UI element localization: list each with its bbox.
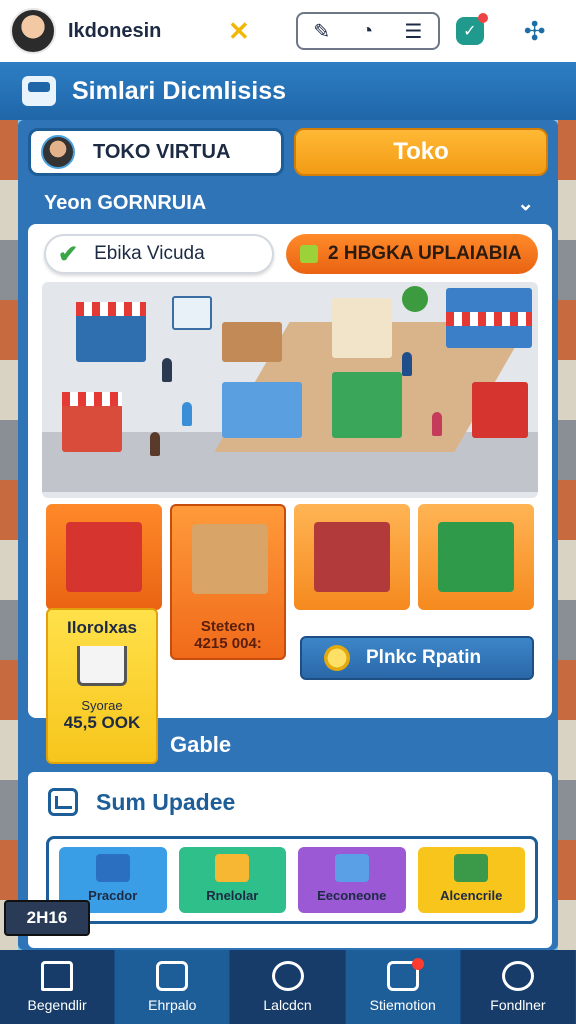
nav-label: Fondlner xyxy=(490,997,546,1013)
section-title: Yeon GORNRUIA xyxy=(44,191,207,214)
package-icon xyxy=(215,854,250,882)
action-button[interactable]: Plnkc Rpatin xyxy=(300,636,534,680)
food-cart-art xyxy=(66,522,142,592)
page-title: Simlari Dicmlisiss xyxy=(72,76,287,105)
shop-awning xyxy=(76,302,146,316)
chevron-down-icon[interactable]: ⌄ xyxy=(517,191,534,216)
user-icon xyxy=(501,961,534,991)
box-icon xyxy=(95,854,130,882)
stat-tile[interactable]: Rnelolar xyxy=(178,847,286,913)
produce-icon xyxy=(454,854,489,882)
red-shop xyxy=(472,382,528,438)
section-header[interactable]: Yeon GORNRUIA ⌄ xyxy=(44,188,534,218)
tool-group: ✎ ◔ ☰ xyxy=(295,12,440,50)
sale-card-title: Ilorolxas xyxy=(67,618,137,637)
market-scene[interactable] xyxy=(42,282,538,498)
stat-label: Pracdor xyxy=(88,888,138,903)
stat-label: Rnelolar xyxy=(206,888,259,903)
card-checkout[interactable] xyxy=(294,504,410,610)
list-icon[interactable]: ☰ xyxy=(404,19,422,44)
shopper xyxy=(182,402,192,426)
title-bar: Simlari Dicmlisiss xyxy=(0,62,576,120)
market-stall xyxy=(332,298,392,358)
shopper xyxy=(402,352,412,376)
green-store-art xyxy=(438,522,514,592)
town-background-left xyxy=(0,120,18,954)
main-panel: TOKO VIRTUA Toko Yeon GORNRUIA ⌄ ✔ Ebika… xyxy=(18,120,558,950)
action-button-label: Plnkc Rpatin xyxy=(366,647,482,668)
nav-label: Begendlir xyxy=(27,997,87,1013)
upload-badge-label: 2 HBGKA UPLAIABIA xyxy=(328,243,522,264)
close-icon[interactable]: ✕ xyxy=(228,16,250,47)
shopper xyxy=(432,412,442,436)
signboard xyxy=(172,296,212,330)
nav-label: Ehrpalo xyxy=(148,997,197,1013)
stat-tile[interactable]: Eeconeone xyxy=(298,847,406,913)
coin-icon xyxy=(324,645,350,671)
checkout-art xyxy=(314,522,390,592)
stat-label: Alcencrile xyxy=(440,888,503,903)
palm-tree xyxy=(402,286,428,312)
shopper xyxy=(162,358,172,382)
town-background-right xyxy=(558,120,576,954)
timer-badge: 2H16 xyxy=(4,900,90,936)
compass-icon xyxy=(271,961,304,991)
market-map-card: ✔ Ebika Vicuda 2 HBGKA UPLAIABIA Ilorolx… xyxy=(28,224,552,764)
nav-item-profile[interactable]: Fondlner xyxy=(460,950,576,1024)
green-stall xyxy=(332,372,402,438)
kiosk-awning xyxy=(62,392,122,406)
stat-tile[interactable]: Alcencrile xyxy=(417,847,525,913)
nav-item-compass[interactable]: Lalcdcn xyxy=(230,950,346,1024)
notification-icon xyxy=(386,958,424,991)
bottom-navigation: Begendlir Ehrpalo Lalcdcn Stiemotion Fon… xyxy=(0,950,576,1024)
crate-stall xyxy=(222,322,282,362)
check-icon: ✔ xyxy=(58,240,79,268)
shield-icon[interactable]: ✓ xyxy=(455,13,488,45)
summary-card: Sum Upadee Pracdor Rnelolar Eeconeone Al… xyxy=(28,772,552,948)
nav-label: Lalcdcn xyxy=(263,997,312,1013)
card-green-store[interactable] xyxy=(418,504,534,610)
sale-card[interactable]: Ilorolxas Syorae 45,5 OOK xyxy=(46,608,158,764)
shop-row: TOKO VIRTUA Toko xyxy=(28,128,548,178)
edit-icon[interactable]: ✎ xyxy=(313,19,330,44)
shop-selector[interactable]: TOKO VIRTUA xyxy=(28,128,284,176)
shop-label: TOKO VIRTUA xyxy=(93,140,231,163)
map-tab[interactable]: ✔ Ebika Vicuda xyxy=(44,234,274,274)
shop-avatar xyxy=(41,135,75,169)
home-icon xyxy=(41,961,74,991)
network-icon[interactable]: ✣ xyxy=(524,16,546,47)
top-status-bar: Ikdonesin ✕ ✎ ◔ ☰ ✓ ✣ xyxy=(0,0,576,62)
stat-row: Pracdor Rnelolar Eeconeone Alcencrile xyxy=(46,836,538,924)
chart-icon xyxy=(48,788,78,816)
gable-label: Gable xyxy=(170,732,232,757)
avatar[interactable] xyxy=(10,8,56,54)
sale-card-value: 45,5 OOK xyxy=(63,713,141,732)
toko-button[interactable]: Toko xyxy=(294,128,548,176)
card-food-cart[interactable] xyxy=(46,504,162,610)
store-icon xyxy=(22,76,56,106)
stock-label: Stetecn xyxy=(200,618,256,635)
user-name: Ikdonesin xyxy=(68,19,162,42)
stat-label: Eeconeone xyxy=(317,888,387,903)
stock-text: Stetecn 4215 004: xyxy=(172,618,284,652)
upload-badge[interactable]: 2 HBGKA UPLAIABIA xyxy=(286,234,538,274)
shopper xyxy=(150,432,160,456)
wallet-icon xyxy=(156,961,189,991)
nav-label: Stiemotion xyxy=(369,997,436,1013)
summary-header: Sum Upadee xyxy=(48,788,235,816)
sale-card-subtitle: Syorae xyxy=(81,698,123,713)
badge-icon xyxy=(300,245,318,263)
boxes-art xyxy=(192,524,268,594)
store-awning xyxy=(446,312,532,326)
cart-icon xyxy=(77,646,127,686)
stock-value: 4215 004: xyxy=(194,635,262,652)
nav-item-wallet[interactable]: Ehrpalo xyxy=(115,950,231,1024)
cube-icon xyxy=(334,854,369,882)
nav-item-home[interactable]: Begendlir xyxy=(0,950,116,1024)
clock-icon[interactable]: ◔ xyxy=(361,20,373,43)
map-tab-label: Ebika Vicuda xyxy=(94,243,205,264)
nav-item-notifications[interactable]: Stiemotion xyxy=(346,950,461,1024)
corner-shop xyxy=(222,382,302,438)
summary-title: Sum Upadee xyxy=(96,788,236,815)
